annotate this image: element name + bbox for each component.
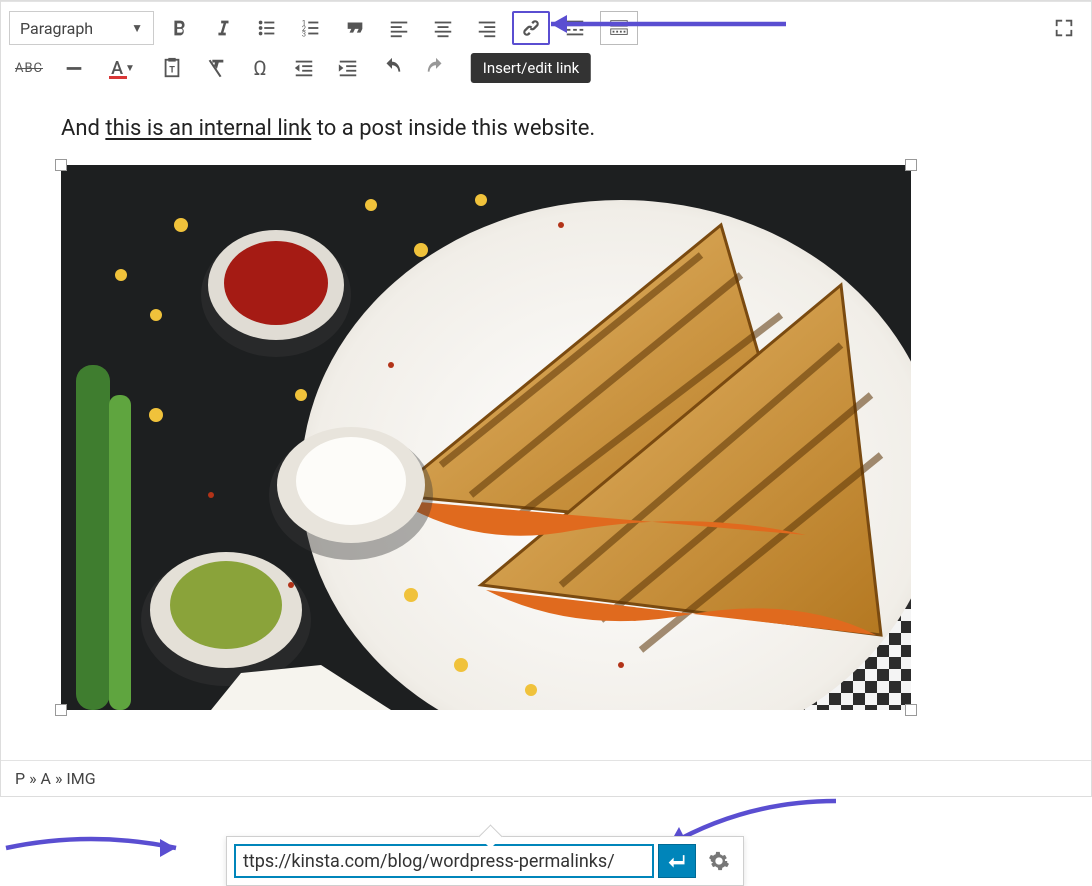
decrease-indent-icon	[293, 57, 315, 79]
text-suffix: to a post inside this website.	[311, 116, 595, 141]
redo-button[interactable]	[417, 51, 455, 85]
format-dropdown-label: Paragraph	[20, 19, 93, 38]
clear-formatting-icon	[205, 57, 227, 79]
redo-icon	[425, 57, 447, 79]
element-path-bar[interactable]: P » A » IMG	[1, 760, 1091, 796]
editor-content[interactable]: And this is an internal link to a post i…	[1, 90, 1091, 760]
special-character-icon: Ω	[253, 56, 266, 80]
image-selection[interactable]	[61, 165, 911, 710]
fullscreen-icon	[1053, 17, 1075, 39]
caret-down-icon: ▼	[131, 21, 143, 35]
text-prefix: And	[61, 116, 105, 141]
resize-handle-br[interactable]	[905, 704, 917, 716]
enter-icon	[667, 851, 687, 871]
align-right-icon	[476, 17, 498, 39]
apply-link-button[interactable]	[658, 844, 696, 878]
internal-link-text[interactable]: this is an internal link	[105, 116, 311, 141]
inserted-image[interactable]	[61, 165, 911, 710]
clear-formatting-button[interactable]	[197, 51, 235, 85]
link-url-popover	[226, 836, 744, 886]
annotation-arrow-bottom-left	[1, 828, 191, 878]
bold-icon	[168, 17, 190, 39]
blockquote-button[interactable]	[336, 11, 374, 45]
toolbar-toggle-icon	[608, 17, 630, 39]
align-center-icon	[432, 17, 454, 39]
link-icon	[520, 17, 542, 39]
link-settings-button[interactable]	[702, 844, 736, 878]
link-url-input[interactable]	[234, 844, 654, 878]
italic-button[interactable]	[204, 11, 242, 45]
read-more-button[interactable]	[556, 11, 594, 45]
strikethrough-button[interactable]: ABC	[9, 51, 49, 85]
align-right-button[interactable]	[468, 11, 506, 45]
format-dropdown[interactable]: Paragraph ▼	[9, 11, 154, 45]
paste-as-text-icon: T	[161, 57, 183, 79]
decrease-indent-button[interactable]	[285, 51, 323, 85]
resize-handle-tr[interactable]	[905, 159, 917, 171]
align-left-icon	[388, 17, 410, 39]
toolbar-row-1: Paragraph ▼ 123	[9, 8, 1083, 48]
increase-indent-icon	[337, 57, 359, 79]
undo-icon	[381, 57, 403, 79]
paste-as-text-button[interactable]: T	[153, 51, 191, 85]
resize-handle-tl[interactable]	[55, 159, 67, 171]
fullscreen-button[interactable]	[1045, 11, 1083, 45]
svg-text:3: 3	[302, 29, 306, 38]
editor-frame: Paragraph ▼ 123	[0, 0, 1092, 797]
insert-link-tooltip: Insert/edit link	[471, 53, 591, 83]
read-more-icon	[564, 17, 586, 39]
bold-button[interactable]	[160, 11, 198, 45]
align-center-button[interactable]	[424, 11, 462, 45]
insert-link-button[interactable]: Insert/edit link	[512, 11, 550, 45]
horizontal-rule-button[interactable]	[55, 51, 93, 85]
strikethrough-icon: ABC	[15, 61, 43, 76]
increase-indent-button[interactable]	[329, 51, 367, 85]
horizontal-rule-icon	[63, 57, 85, 79]
text-color-swatch	[109, 76, 127, 79]
caret-down-icon: ▼	[125, 63, 135, 74]
toolbar: Paragraph ▼ 123	[1, 1, 1091, 90]
undo-button[interactable]	[373, 51, 411, 85]
bulleted-list-icon	[256, 17, 278, 39]
align-left-button[interactable]	[380, 11, 418, 45]
svg-text:T: T	[169, 66, 175, 76]
gear-icon	[708, 850, 730, 872]
resize-handle-bl[interactable]	[55, 704, 67, 716]
element-path-text: P » A » IMG	[15, 769, 96, 788]
numbered-list-icon: 123	[300, 17, 322, 39]
special-character-button[interactable]: Ω	[241, 51, 279, 85]
bulleted-list-button[interactable]	[248, 11, 286, 45]
italic-icon	[212, 17, 234, 39]
numbered-list-button[interactable]: 123	[292, 11, 330, 45]
blockquote-icon	[344, 17, 366, 39]
paragraph[interactable]: And this is an internal link to a post i…	[61, 116, 1063, 141]
toolbar-toggle-button[interactable]	[600, 11, 638, 45]
text-color-button[interactable]: A ▼	[99, 51, 147, 85]
